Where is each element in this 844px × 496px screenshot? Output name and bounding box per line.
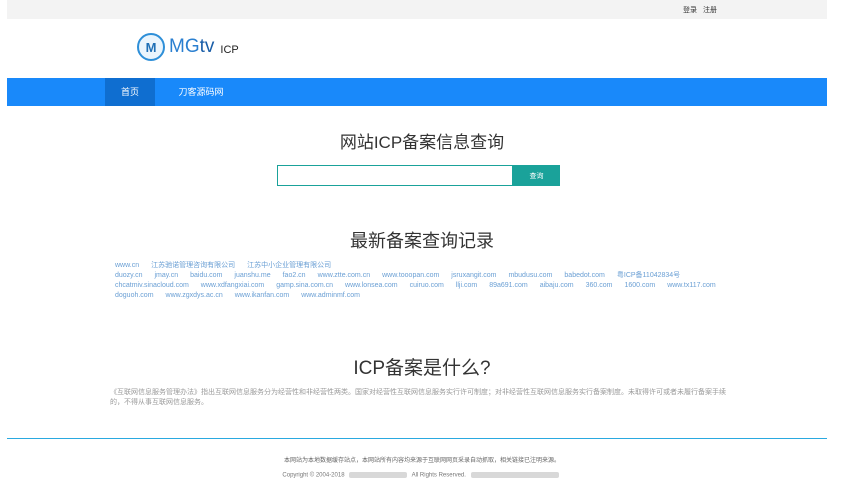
record-link[interactable]: www.adminmf.com (301, 292, 360, 299)
footer-divider (7, 438, 827, 439)
search-form: 查询 (277, 165, 560, 186)
mgtv-logo-icon: M (137, 33, 165, 61)
top-bar: 登录 注册 (7, 0, 827, 19)
login-link[interactable]: 登录 (683, 7, 697, 14)
record-link[interactable]: gamp.sina.com.cn (276, 282, 333, 289)
record-link[interactable]: llji.com (456, 282, 477, 289)
record-link[interactable]: babedot.com (564, 272, 604, 279)
record-link[interactable]: aibaju.com (540, 282, 574, 289)
records-row: chcatmiv.sinacloud.com www.xdfangxiai.com… (115, 281, 735, 291)
record-link[interactable]: juanshu.me (234, 272, 270, 279)
main-nav: 首页 刀客源码网 (7, 78, 827, 106)
account-links: 登录 注册 (679, 5, 717, 15)
record-link[interactable]: 江苏驰诺管理咨询有限公司 (151, 262, 235, 269)
record-link[interactable]: www.ikanfan.com (235, 292, 289, 299)
nav-item-daoke[interactable]: 刀客源码网 (163, 78, 239, 106)
rights-text: All Rights Reserved. (411, 472, 466, 479)
record-link[interactable]: chcatmiv.sinacloud.com (115, 282, 189, 289)
records-row: duozy.cn jmay.cn baidu.com juanshu.me fao2.c… (115, 271, 735, 281)
redacted-site-name (349, 472, 408, 478)
logo-icp-text: ICP (220, 44, 239, 56)
record-link[interactable]: jmay.cn (155, 272, 179, 279)
record-link[interactable]: doguoh.com (115, 292, 154, 299)
record-link[interactable]: mbudusu.com (508, 272, 552, 279)
site-logo[interactable]: M MGtv ICP (137, 32, 239, 62)
redacted-license-number (470, 472, 559, 478)
logo-brand-text: MGtv (169, 36, 215, 57)
footer-disclaimer: 本网站为本地数据缓存站点，本网站所有内容均来源于互联网网页采录自动抓取，相关链接… (283, 458, 560, 464)
records-row: www.cn 江苏驰诺管理咨询有限公司 江苏中小企业管理有限公司 (115, 261, 735, 271)
search-button[interactable]: 查询 (513, 165, 560, 186)
record-link[interactable]: www.tx117.com (667, 282, 716, 289)
records-title: 最新备案查询记录 (350, 231, 494, 251)
record-link[interactable]: 360.com (586, 282, 613, 289)
record-link[interactable]: fao2.cn (283, 272, 306, 279)
record-link[interactable]: duozy.cn (115, 272, 143, 279)
record-link[interactable]: www.cn (115, 262, 139, 269)
record-link[interactable]: www.ztte.com.cn (318, 272, 371, 279)
record-link[interactable]: 89a691.com (489, 282, 528, 289)
record-link[interactable]: 粤ICP备11042834号 (617, 272, 680, 279)
record-link[interactable]: www.lonsea.com (345, 282, 398, 289)
about-text: 《互联网信息服务管理办法》指出互联网信息服务分为经营性和非经营性两类。国家对经营… (110, 389, 726, 406)
record-link[interactable]: cuiruo.com (410, 282, 444, 289)
record-link[interactable]: 江苏中小企业管理有限公司 (247, 262, 331, 269)
search-title: 网站ICP备案信息查询 (339, 133, 505, 152)
record-link[interactable]: 1600.com (624, 282, 655, 289)
copyright-text: Copyright © 2004-2018 (282, 472, 345, 479)
record-link[interactable]: www.tooopan.com (382, 272, 439, 279)
about-title: ICP备案是什么? (353, 358, 491, 379)
record-link[interactable]: jsruxangit.com (451, 272, 496, 279)
register-link[interactable]: 注册 (703, 7, 717, 14)
footer-copyright: Copyright © 2004-2018 All Rights Reserve… (0, 472, 844, 479)
record-link[interactable]: www.zgxdys.ac.cn (166, 292, 223, 299)
record-link[interactable]: baidu.com (190, 272, 222, 279)
records-list: www.cn 江苏驰诺管理咨询有限公司 江苏中小企业管理有限公司 duozy.cn jm… (115, 261, 735, 301)
record-link[interactable]: www.xdfangxiai.com (201, 282, 264, 289)
domain-search-input[interactable] (277, 165, 513, 186)
nav-item-home[interactable]: 首页 (105, 78, 155, 106)
records-row: doguoh.com www.zgxdys.ac.cn www.ikanfan.co… (115, 291, 735, 301)
